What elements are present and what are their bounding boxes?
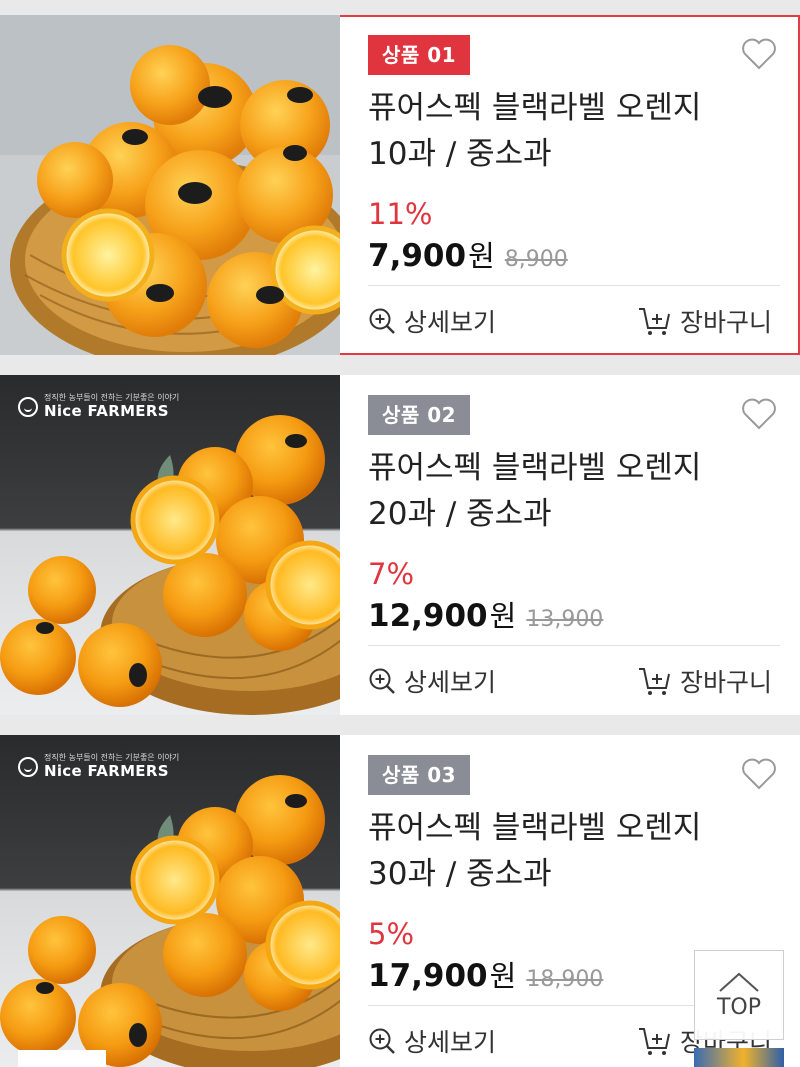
price-unit: 원 [489,599,517,633]
farmer-logo-icon [18,396,38,417]
product-title-option: 10과 / 중소과 [368,136,552,172]
price-row: 7,900 원 8,900 [368,233,772,275]
heart-icon[interactable] [740,757,778,791]
product-image[interactable] [0,15,340,355]
product-number-badge: 상품 01 [368,35,471,75]
chevron-up-icon [719,972,759,992]
discount-rate: 5% [368,917,415,951]
cart-button-label: 장바구니 [679,668,772,697]
heart-icon[interactable] [740,397,778,431]
product-title: 퓨어스펙 블랙라벨 오렌지 30과 / 중소과 [368,805,772,897]
product-title-name: 퓨어스펙 블랙라벨 오렌지 [368,810,702,846]
brand-logo: 정직한 농부들이 전하는 기분좋은 이야기 Nice FARMERS [18,753,179,780]
detail-button[interactable]: 상세보기 [368,303,496,339]
product-title-name: 퓨어스펙 블랙라벨 오렌지 [368,450,702,486]
product-title-option: 20과 / 중소과 [368,496,552,532]
scroll-to-top-button[interactable]: TOP [694,950,784,1040]
price-unit: 원 [468,239,495,273]
cart-add-icon [638,668,670,695]
card-actions: 상세보기 장바구니 [368,659,772,703]
product-title-name: 퓨어스펙 블랙라벨 오렌지 [368,90,702,126]
image-overlay-tab [18,1050,106,1067]
card-actions: 상세보기 장바구니 [368,299,772,343]
product-card-2[interactable]: 정직한 농부들이 전하는 기분좋은 이야기 Nice FARMERS 상품 02… [0,375,800,715]
sale-price: 12,900 [368,598,488,634]
cart-button[interactable]: 장바구니 [638,663,772,699]
zoom-in-icon [369,668,395,694]
zoom-in-icon [369,308,395,334]
product-card-1[interactable]: 상품 01 퓨어스펙 블랙라벨 오렌지 10과 / 중소과 11% 7,900 … [0,15,800,355]
original-price: 8,900 [504,247,568,272]
price-row: 12,900 원 13,900 [368,593,772,635]
product-info: 상품 01 퓨어스펙 블랙라벨 오렌지 10과 / 중소과 11% 7,900 … [340,15,800,355]
farmer-logo-icon [18,756,38,777]
cart-button[interactable]: 장바구니 [638,303,772,339]
zoom-in-icon [369,1028,395,1054]
cart-add-icon [638,1028,670,1055]
product-title-option: 30과 / 중소과 [368,856,552,892]
product-title: 퓨어스펙 블랙라벨 오렌지 20과 / 중소과 [368,445,772,537]
product-list: 상품 01 퓨어스펙 블랙라벨 오렌지 10과 / 중소과 11% 7,900 … [0,0,800,1067]
heart-icon[interactable] [740,37,778,71]
divider [368,285,780,286]
top-button-label: TOP [716,994,762,1020]
detail-button[interactable]: 상세보기 [368,1023,496,1059]
brand-name: Nice FARMERS [44,762,169,780]
brand-logo: 정직한 농부들이 전하는 기분좋은 이야기 Nice FARMERS [18,393,179,420]
next-product-thumbnail [694,1048,784,1067]
product-number-badge: 상품 02 [368,395,471,435]
product-card-3[interactable]: 정직한 농부들이 전하는 기분좋은 이야기 Nice FARMERS 상품 03… [0,735,800,1067]
product-image[interactable]: 정직한 농부들이 전하는 기분좋은 이야기 Nice FARMERS [0,375,340,715]
detail-button-label: 상세보기 [404,1028,497,1057]
product-number-badge: 상품 03 [368,755,471,795]
detail-button-label: 상세보기 [404,668,497,697]
discount-rate: 7% [368,557,415,591]
detail-button[interactable]: 상세보기 [368,663,496,699]
sale-price: 17,900 [368,958,488,994]
brand-name: Nice FARMERS [44,402,169,420]
product-info: 상품 02 퓨어스펙 블랙라벨 오렌지 20과 / 중소과 7% 12,900 … [340,375,800,715]
sale-price: 7,900 [368,238,467,274]
original-price: 18,900 [526,967,604,992]
detail-button-label: 상세보기 [404,308,497,337]
divider [368,645,780,646]
cart-button-label: 장바구니 [679,308,772,337]
discount-rate: 11% [368,197,433,231]
product-image[interactable]: 정직한 농부들이 전하는 기분좋은 이야기 Nice FARMERS [0,735,340,1067]
price-unit: 원 [489,959,517,993]
cart-add-icon [638,308,670,335]
product-title: 퓨어스펙 블랙라벨 오렌지 10과 / 중소과 [368,85,772,177]
original-price: 13,900 [526,607,604,632]
